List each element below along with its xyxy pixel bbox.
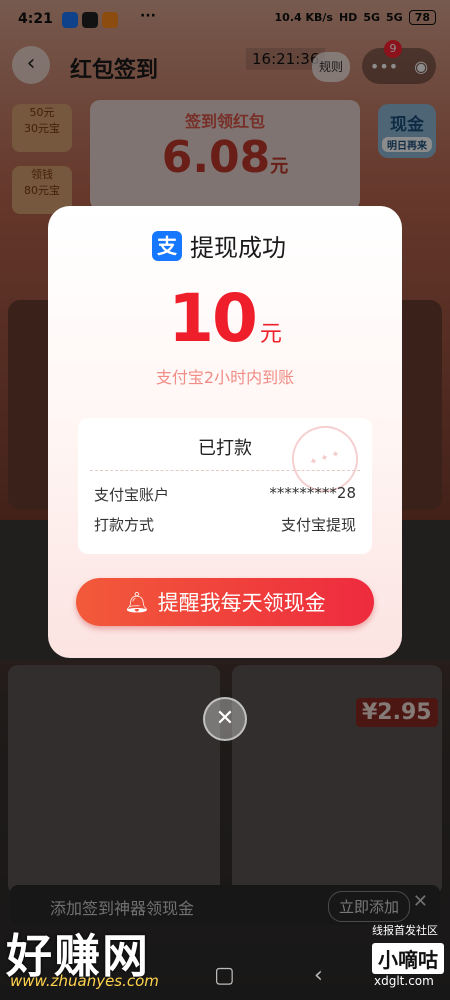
withdraw-amount: 10 元 — [48, 280, 402, 357]
amount-unit: 元 — [259, 322, 282, 347]
back-nav-icon[interactable]: ‹ — [314, 963, 323, 988]
watermark-brand: 小嘀咕 — [372, 943, 444, 974]
dialog-title: 提现成功 — [190, 234, 286, 262]
receipt-row-account: 支付宝账户 *********28 — [94, 484, 356, 505]
withdraw-success-dialog: 支 提现成功 10 元 支付宝2小时内到账 ✦ ✦ ✦ 已打款 支付宝账户 ***… — [48, 206, 402, 658]
receipt-row-method: 打款方式 支付宝提现 — [94, 514, 356, 535]
daily-reminder-button[interactable]: 🔔︎ 提醒我每天领现金 — [76, 578, 374, 626]
receipt-divider — [90, 470, 360, 471]
dialog-header: 支 提现成功 — [152, 228, 286, 263]
reminder-label: 提醒我每天领现金 — [157, 591, 326, 615]
receipt-status: 已打款 — [198, 438, 252, 459]
arrival-note: 支付宝2小时内到账 — [155, 368, 295, 387]
amount-value: 10 — [168, 280, 258, 357]
receipt-label: 打款方式 — [94, 516, 155, 534]
watermark-tagline: 线报首发社区 — [372, 924, 438, 937]
receipt-value: 支付宝提现 — [280, 516, 356, 534]
close-icon: ✕ — [215, 706, 235, 731]
watermark-url: www.zhuanyes.com — [10, 972, 159, 990]
watermark-site: xdglt.com — [374, 974, 434, 988]
bell-icon: 🔔︎ — [124, 590, 150, 614]
receipt-value: *********28 — [269, 484, 356, 502]
dialog-close-button[interactable]: ✕ — [203, 697, 247, 741]
alipay-icon: 支 — [152, 230, 182, 261]
receipt-label: 支付宝账户 — [94, 486, 170, 504]
receipt-card: ✦ ✦ ✦ 已打款 支付宝账户 *********28 打款方式 支付宝提现 — [78, 417, 372, 554]
home-icon[interactable]: ▢ — [214, 963, 235, 988]
